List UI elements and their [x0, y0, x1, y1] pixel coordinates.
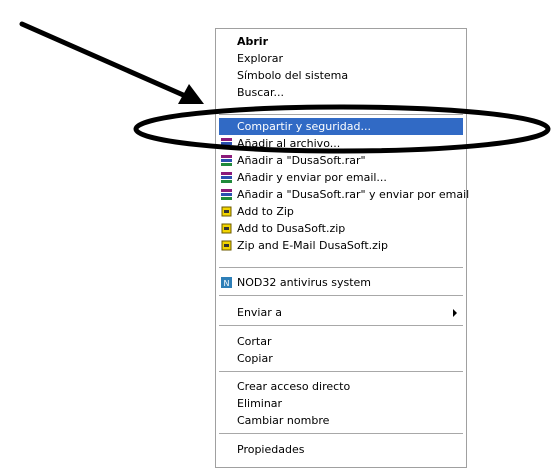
- submenu-arrow-icon: [453, 309, 457, 317]
- menu-item-label: Explorar: [237, 52, 284, 65]
- menu-item-open[interactable]: Abrir: [219, 33, 463, 50]
- menu-item-label: Compartir y seguridad...: [237, 120, 371, 133]
- menu-item-label: Añadir a "DusaSoft.rar": [237, 154, 366, 167]
- menu-item-label: Add to DusaSoft.zip: [237, 222, 346, 235]
- menu-item-add-to-rar[interactable]: Añadir a "DusaSoft.rar": [219, 152, 463, 169]
- menu-item-command-prompt[interactable]: Símbolo del sistema: [219, 67, 463, 84]
- menu-item-label: Enviar a: [237, 306, 282, 319]
- menu-item-search[interactable]: Buscar...: [219, 84, 463, 101]
- menu-item-create-shortcut[interactable]: Crear acceso directo: [219, 378, 463, 395]
- menu-separator: [219, 114, 463, 115]
- winzip-vise-icon: [221, 206, 232, 217]
- menu-item-nod32[interactable]: N NOD32 antivirus system: [219, 274, 463, 291]
- menu-item-add-to-rar-and-email[interactable]: Añadir a "DusaSoft.rar" y enviar por ema…: [219, 186, 469, 203]
- menu-item-label: Abrir: [237, 35, 269, 48]
- menu-separator: [219, 371, 463, 372]
- menu-item-label: Crear acceso directo: [237, 380, 351, 393]
- nod32-icon: N: [221, 277, 232, 288]
- menu-item-label: Copiar: [237, 352, 273, 365]
- menu-item-add-to-archive[interactable]: Añadir al archivo...: [219, 135, 463, 152]
- menu-item-add-and-email[interactable]: Añadir y enviar por email...: [219, 169, 463, 186]
- menu-item-copy[interactable]: Copiar: [219, 350, 463, 367]
- winrar-books-icon: [221, 189, 232, 200]
- annotation-arrow-head: [178, 84, 204, 104]
- menu-item-label: Propiedades: [237, 443, 305, 456]
- winzip-vise-icon: [221, 240, 232, 251]
- menu-item-label: Cambiar nombre: [237, 414, 330, 427]
- winrar-books-icon: [221, 155, 232, 166]
- winrar-books-icon: [221, 138, 232, 149]
- menu-item-label: Símbolo del sistema: [237, 69, 349, 82]
- menu-item-add-to-named-zip[interactable]: Add to DusaSoft.zip: [219, 220, 463, 237]
- svg-text:N: N: [224, 279, 230, 288]
- menu-item-label: Añadir a "DusaSoft.rar" y enviar por ema…: [237, 188, 470, 201]
- menu-item-label: Añadir al archivo...: [237, 137, 341, 150]
- menu-item-cut[interactable]: Cortar: [219, 333, 463, 350]
- menu-item-label: Añadir y enviar por email...: [237, 171, 387, 184]
- menu-item-label: Cortar: [237, 335, 272, 348]
- menu-separator: [219, 325, 463, 326]
- menu-item-label: NOD32 antivirus system: [237, 276, 371, 289]
- menu-separator: [219, 433, 463, 434]
- menu-item-label: Zip and E-Mail DusaSoft.zip: [237, 239, 388, 252]
- menu-separator: [219, 267, 463, 268]
- winrar-books-icon: [221, 172, 232, 183]
- menu-item-label: Eliminar: [237, 397, 283, 410]
- annotation-arrow-shaft: [19, 21, 193, 101]
- winzip-vise-icon: [221, 223, 232, 234]
- menu-item-add-to-zip[interactable]: Add to Zip: [219, 203, 463, 220]
- menu-separator: [219, 295, 463, 296]
- menu-item-sharing-security[interactable]: Compartir y seguridad...: [219, 118, 463, 135]
- context-menu: Abrir Explorar Símbolo del sistema Busca…: [215, 28, 469, 468]
- menu-item-zip-and-email[interactable]: Zip and E-Mail DusaSoft.zip: [219, 237, 463, 254]
- menu-item-explore[interactable]: Explorar: [219, 50, 463, 67]
- menu-item-label: Add to Zip: [237, 205, 294, 218]
- menu-item-label: Buscar...: [237, 86, 285, 99]
- menu-item-properties[interactable]: Propiedades: [219, 441, 463, 458]
- menu-item-send-to[interactable]: Enviar a: [219, 304, 463, 321]
- menu-item-rename[interactable]: Cambiar nombre: [219, 412, 463, 429]
- menu-item-delete[interactable]: Eliminar: [219, 395, 463, 412]
